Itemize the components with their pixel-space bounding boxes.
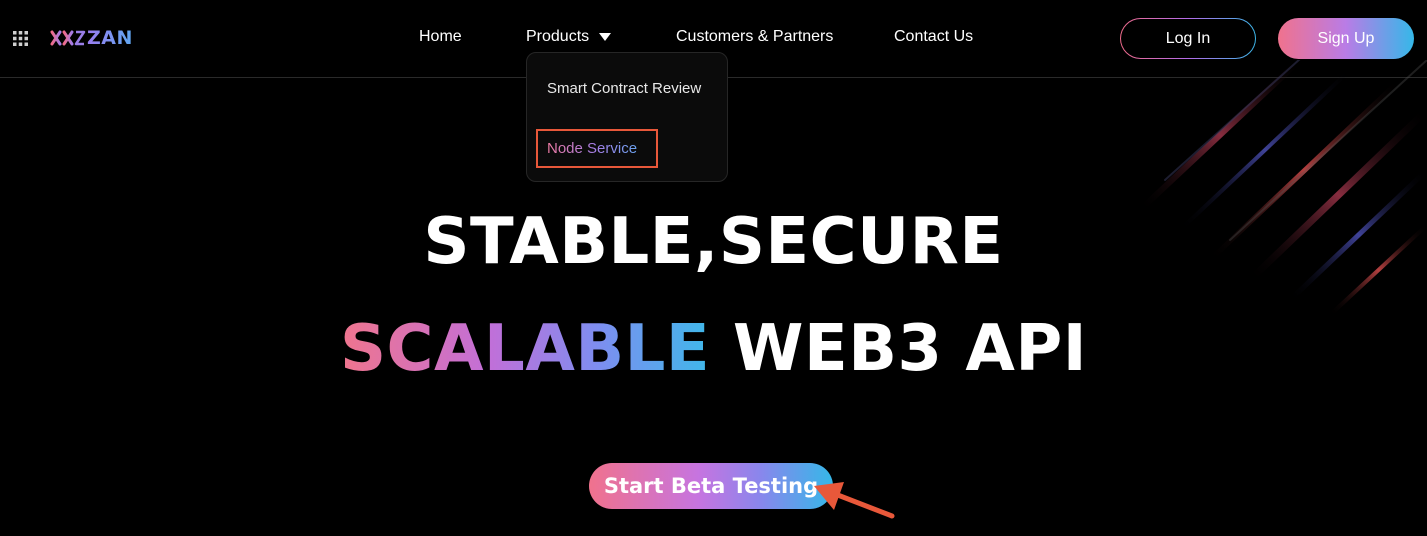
signup-button-label: Sign Up [1317, 29, 1375, 47]
zan-logo-icon [50, 30, 86, 46]
logo[interactable]: ZAN [50, 26, 133, 50]
hero-headline-line1: STABLE,SECURE [423, 205, 1004, 279]
decorative-light-streaks [1137, 60, 1427, 317]
login-button-label: Log In [1165, 29, 1211, 47]
nav-products-label: Products [526, 28, 590, 45]
login-button[interactable]: Log In [1120, 18, 1256, 59]
grid-icon[interactable] [13, 31, 28, 46]
hero-headline-rest: WEB3 API [732, 312, 1088, 386]
nav-customers-partners[interactable]: Customers & Partners [676, 28, 833, 46]
signup-button[interactable]: Sign Up [1278, 18, 1414, 59]
nav-contact-us[interactable]: Contact Us [894, 28, 973, 46]
hero-headline-line2: SCALABLE WEB3 API [0, 312, 1427, 386]
nav-products[interactable]: Products [526, 28, 612, 46]
nav-customers-partners-label: Customers & Partners [676, 28, 834, 45]
menu-item-node-service-label: Node Service [547, 140, 638, 157]
start-beta-testing-button[interactable]: Start Beta Testing [589, 463, 833, 509]
products-dropdown-menu: Smart Contract Review Node Service [526, 52, 728, 182]
nav-home-label: Home [419, 28, 462, 45]
logo-text: ZAN [87, 27, 133, 49]
menu-item-node-service[interactable]: Node Service [547, 140, 637, 157]
hero-gradient-word: SCALABLE [339, 312, 711, 386]
nav-home[interactable]: Home [419, 28, 462, 46]
menu-item-smart-contract-review[interactable]: Smart Contract Review [547, 80, 701, 97]
start-beta-testing-label: Start Beta Testing [603, 474, 819, 498]
nav-contact-us-label: Contact Us [894, 28, 974, 45]
menu-item-smart-contract-review-label: Smart Contract Review [547, 80, 702, 97]
caret-down-icon [599, 33, 612, 41]
